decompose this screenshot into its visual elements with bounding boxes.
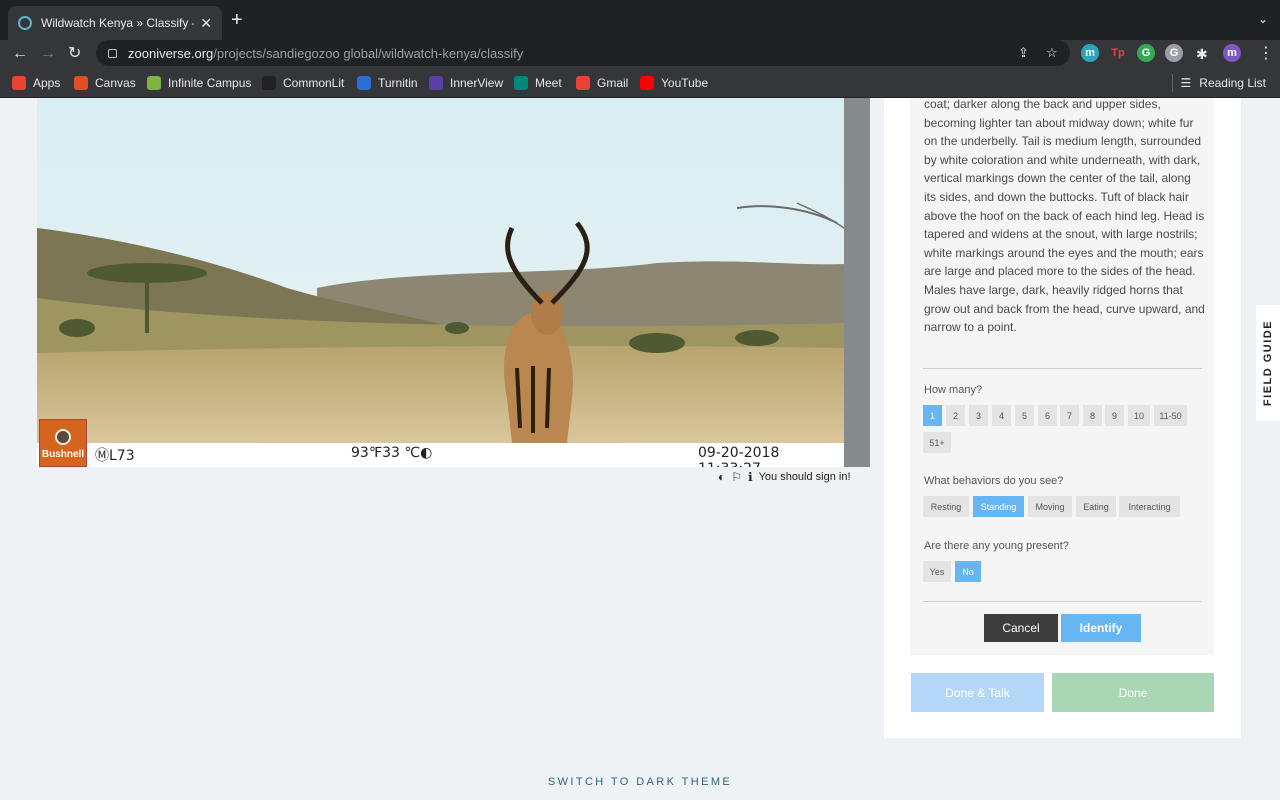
info-icon[interactable]: ℹ	[748, 470, 753, 484]
infinite-campus-icon	[147, 76, 161, 90]
option-button[interactable]: 4	[992, 405, 1011, 426]
option-button[interactable]: No	[955, 561, 981, 582]
bookmarks-divider	[1172, 74, 1173, 92]
field-guide-tab[interactable]: FIELD GUIDE	[1256, 305, 1280, 421]
switch-theme-link[interactable]: SWITCH TO DARK THEME	[0, 776, 1280, 788]
tab-title: Wildwatch Kenya » Classify —	[41, 16, 195, 30]
commonlit-icon	[262, 76, 276, 90]
option-button[interactable]: 2	[946, 405, 965, 426]
bushnell-mark-icon	[55, 429, 71, 445]
bookmark-item[interactable]: InnerView	[429, 76, 503, 90]
option-button[interactable]: 8	[1083, 405, 1102, 426]
camera-id: ⓂL73	[95, 448, 135, 464]
bookmark-label: YouTube	[661, 76, 709, 90]
reading-list-icon: ☰	[1180, 76, 1192, 90]
extension-icon[interactable]: G	[1137, 44, 1155, 62]
behaviors-label: What behaviors do you see?	[924, 475, 1064, 487]
browser-tabbar: Wildwatch Kenya » Classify — ✕ + ⌄	[0, 0, 1280, 40]
canvas-icon	[74, 76, 88, 90]
extension-icon[interactable]: G	[1165, 44, 1183, 62]
bookmark-label: CommonLit	[283, 76, 345, 90]
done-and-talk-button[interactable]: Done & Talk	[911, 673, 1044, 712]
forward-icon[interactable]: →	[40, 44, 56, 64]
bookmark-item[interactable]: Infinite Campus	[147, 76, 251, 90]
reload-icon[interactable]: ↻	[68, 44, 81, 64]
option-button[interactable]: Eating	[1076, 496, 1116, 517]
option-button[interactable]: 3	[969, 405, 988, 426]
species-description: coat; darker along the back and upper si…	[924, 97, 1205, 335]
option-button[interactable]: Moving	[1028, 496, 1072, 517]
cancel-button[interactable]: Cancel	[984, 614, 1058, 642]
sign-in-notice[interactable]: You should sign in!	[759, 471, 851, 483]
address-bar[interactable]: zooniverse.org/projects/sandiegozoo glob…	[96, 40, 1070, 66]
bookmark-item[interactable]: CommonLit	[262, 76, 344, 90]
innerview-icon	[429, 76, 443, 90]
subject-meta-toolbar: ◐ ⚐ ℹ You should sign in!	[718, 470, 851, 484]
new-tab-button[interactable]: +	[231, 10, 243, 30]
young-label: Are there any young present?	[924, 540, 1069, 552]
bookmark-item[interactable]: Apps	[12, 76, 60, 90]
subject-image	[37, 98, 844, 443]
gmail-icon	[576, 76, 590, 90]
bookmark-item[interactable]: Gmail	[576, 76, 628, 90]
url-text: zooniverse.org/projects/sandiegozoo glob…	[128, 45, 524, 61]
divider	[923, 601, 1202, 602]
extension-icon[interactable]: m	[1081, 44, 1099, 62]
how-many-label: How many?	[924, 384, 983, 396]
lock-icon	[108, 48, 117, 58]
turnitin-icon	[357, 76, 371, 90]
identify-button[interactable]: Identify	[1061, 614, 1141, 642]
flag-icon[interactable]: ⚐	[731, 470, 742, 484]
temperature: 93℉33 ℃◐	[351, 445, 433, 461]
bookmark-label: Canvas	[95, 76, 136, 90]
bookmark-label: Apps	[33, 76, 61, 90]
reading-list-button[interactable]: ☰ Reading List	[1181, 76, 1266, 90]
tab-close-icon[interactable]: ✕	[200, 15, 212, 32]
option-button[interactable]: Interacting	[1119, 496, 1180, 517]
youtube-icon	[640, 76, 654, 90]
option-button[interactable]: 51+	[923, 432, 951, 453]
bookmarks-bar: Apps Canvas Infinite Campus CommonLit Turnit…	[0, 68, 1280, 98]
bookmark-item[interactable]: Turnitin	[357, 76, 418, 90]
invert-colors-icon[interactable]: ◐	[718, 470, 725, 484]
chrome-menu-icon[interactable]: ⋮	[1258, 44, 1274, 64]
option-button[interactable]: Yes	[923, 561, 951, 582]
bookmark-label: Turnitin	[378, 76, 418, 90]
option-button[interactable]: 5	[1015, 405, 1034, 426]
done-button[interactable]: Done	[1052, 673, 1214, 712]
browser-tab[interactable]: Wildwatch Kenya » Classify — ✕	[8, 6, 222, 40]
meet-icon	[514, 76, 528, 90]
bookmark-label: Meet	[535, 76, 562, 90]
extension-icon[interactable]: Tp	[1109, 44, 1127, 62]
bookmark-label: InnerView	[450, 76, 504, 90]
subject-viewer[interactable]: ⓂL73 93℉33 ℃◐ 09-20-2018 11:33:27 Bushne…	[37, 98, 870, 467]
option-button[interactable]: 7	[1060, 405, 1079, 426]
extension-icon[interactable]: m	[1223, 44, 1241, 62]
option-button[interactable]: 11-50	[1154, 405, 1187, 426]
capture-datetime: 09-20-2018 11:33:27	[698, 445, 780, 467]
browser-toolbar: ← → ↻ zooniverse.org/projects/sandiegozo…	[0, 40, 1280, 68]
option-button[interactable]: 1	[923, 405, 942, 426]
option-button[interactable]: 9	[1105, 405, 1124, 426]
option-button[interactable]: Resting	[923, 496, 969, 517]
bookmark-star-icon[interactable]: ☆	[1046, 45, 1058, 61]
extensions-puzzle-icon[interactable]: ✱	[1196, 44, 1208, 64]
option-button[interactable]: 10	[1128, 405, 1150, 426]
back-icon[interactable]: ←	[12, 44, 28, 64]
bookmark-item[interactable]: Meet	[514, 76, 562, 90]
camera-stamp: ⓂL73 93℉33 ℃◐ 09-20-2018 11:33:27	[37, 443, 844, 467]
divider	[923, 368, 1202, 369]
apps-icon	[12, 76, 26, 90]
bookmark-label: Infinite Campus	[168, 76, 252, 90]
bookmark-label: Gmail	[597, 76, 629, 90]
bookmark-item[interactable]: YouTube	[640, 76, 708, 90]
zooniverse-favicon-icon	[18, 16, 32, 30]
bookmark-item[interactable]: Canvas	[74, 76, 136, 90]
bushnell-logo: Bushnell	[39, 419, 87, 467]
tab-search-icon[interactable]: ⌄	[1258, 12, 1268, 26]
reading-list-label: Reading List	[1199, 76, 1266, 90]
share-icon[interactable]: ⇪	[1018, 45, 1029, 61]
option-button[interactable]: Standing	[973, 496, 1024, 517]
option-button[interactable]: 6	[1038, 405, 1057, 426]
